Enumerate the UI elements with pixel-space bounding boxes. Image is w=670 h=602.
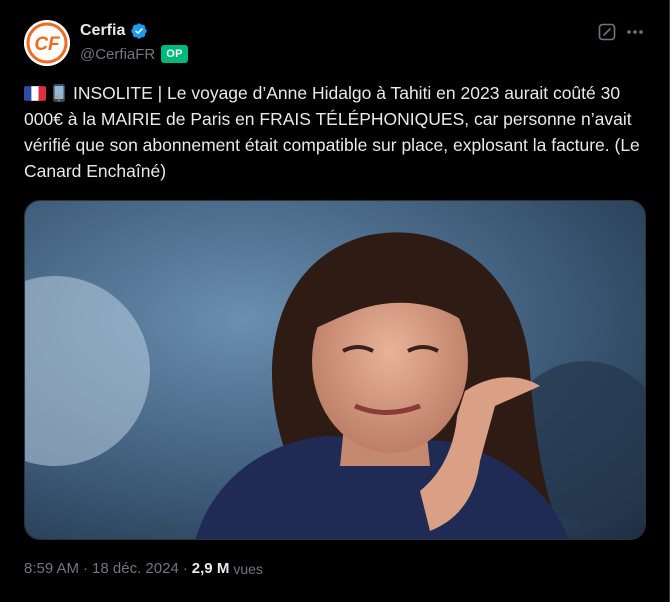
- tweet-time[interactable]: 8:59 AM: [24, 560, 79, 577]
- photo-portrait-icon: [25, 201, 645, 539]
- handle-row: @CerfiaFR OP: [80, 45, 188, 63]
- tweet-text-container: INSOLITE | Le voyage d’Anne Hidalgo à Ta…: [24, 80, 654, 184]
- handle[interactable]: @CerfiaFR: [80, 46, 155, 63]
- more-options-icon[interactable]: [624, 22, 646, 42]
- tweet-text: INSOLITE | Le voyage d’Anne Hidalgo à Ta…: [24, 83, 640, 181]
- op-badge: OP: [161, 45, 188, 63]
- display-name[interactable]: Cerfia: [80, 22, 125, 40]
- mobile-phone-icon: [53, 84, 65, 102]
- meta-separator-2: ·: [182, 560, 188, 577]
- grok-icon[interactable]: [598, 23, 616, 41]
- cerfia-logo-icon: CF: [24, 20, 70, 66]
- views-label: vues: [233, 560, 263, 577]
- avatar[interactable]: CF: [24, 20, 70, 66]
- author-name-row: Cerfia: [80, 22, 148, 40]
- views-count[interactable]: 2,9 M: [192, 560, 230, 577]
- tweet-date[interactable]: 18 déc. 2024: [92, 560, 179, 577]
- tweet-metadata: 8:59 AM · 18 déc. 2024 · 2,9 M vues: [24, 560, 263, 577]
- flag-france-icon: [24, 86, 46, 101]
- avatar-text: CF: [34, 34, 61, 55]
- meta-separator: ·: [83, 560, 89, 577]
- verified-badge-icon[interactable]: [130, 22, 148, 40]
- tweet-photo[interactable]: [24, 200, 646, 540]
